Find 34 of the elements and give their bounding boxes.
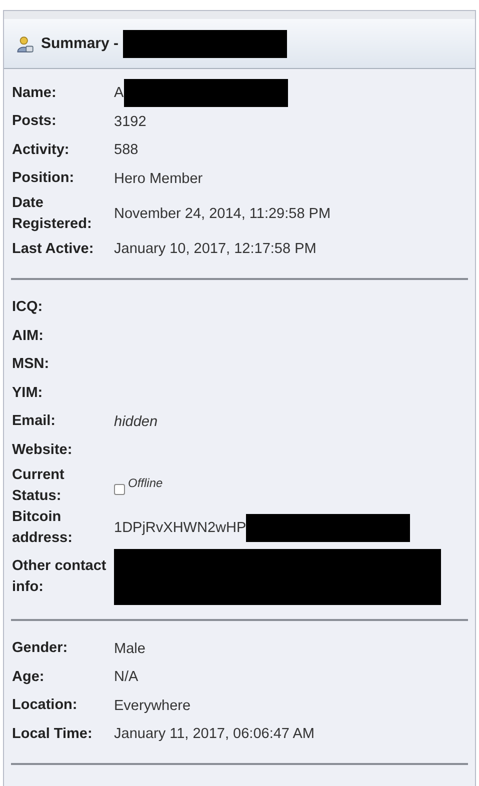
field-label: Position:: [12, 169, 76, 188]
field-label: Posts:: [12, 112, 58, 132]
field-label: YIM:: [12, 384, 44, 403]
user-icon: [16, 34, 34, 52]
field-label: AIM:: [12, 326, 44, 346]
field-label: MSN:: [12, 355, 50, 374]
field-label: Activity:: [12, 140, 70, 160]
field-value: Everywhere: [114, 698, 191, 714]
field-value: 588: [114, 142, 138, 158]
field-label: Email:: [12, 412, 57, 432]
field-label: Gender:: [12, 639, 69, 658]
status-text: Offline: [128, 476, 163, 490]
panel-title: Summary -: [41, 35, 119, 52]
field-value: hidden: [114, 414, 158, 430]
field-value: A: [114, 85, 124, 102]
field-label: Current Status:: [12, 466, 66, 506]
field-label: Age:: [12, 668, 46, 687]
field-label: Location:: [12, 696, 78, 716]
field-label: Last Active:: [12, 240, 95, 259]
field-value: Male: [114, 640, 146, 657]
field-value: N/A: [114, 669, 138, 686]
field-value: Hero Member: [114, 170, 203, 187]
field-label: Website:: [12, 440, 74, 460]
field-value: January 10, 2017, 12:17:58 PM: [114, 241, 316, 258]
field-value: January 11, 2017, 06:06:47 AM: [114, 726, 314, 742]
field-label: Other contact info:: [12, 556, 108, 597]
field-value: November 24, 2014, 11:29:58 PM: [114, 206, 331, 222]
field-label: Bitcoin address:: [12, 508, 74, 548]
field-label: ICQ:: [12, 298, 44, 318]
field-label: Date Registered:: [12, 194, 93, 234]
field-label: Local Time:: [12, 724, 94, 744]
field-label: Name:: [12, 84, 58, 103]
field-value: 3192: [114, 114, 146, 130]
field-value: 1DPjRvXHWN2wHP: [114, 520, 246, 536]
